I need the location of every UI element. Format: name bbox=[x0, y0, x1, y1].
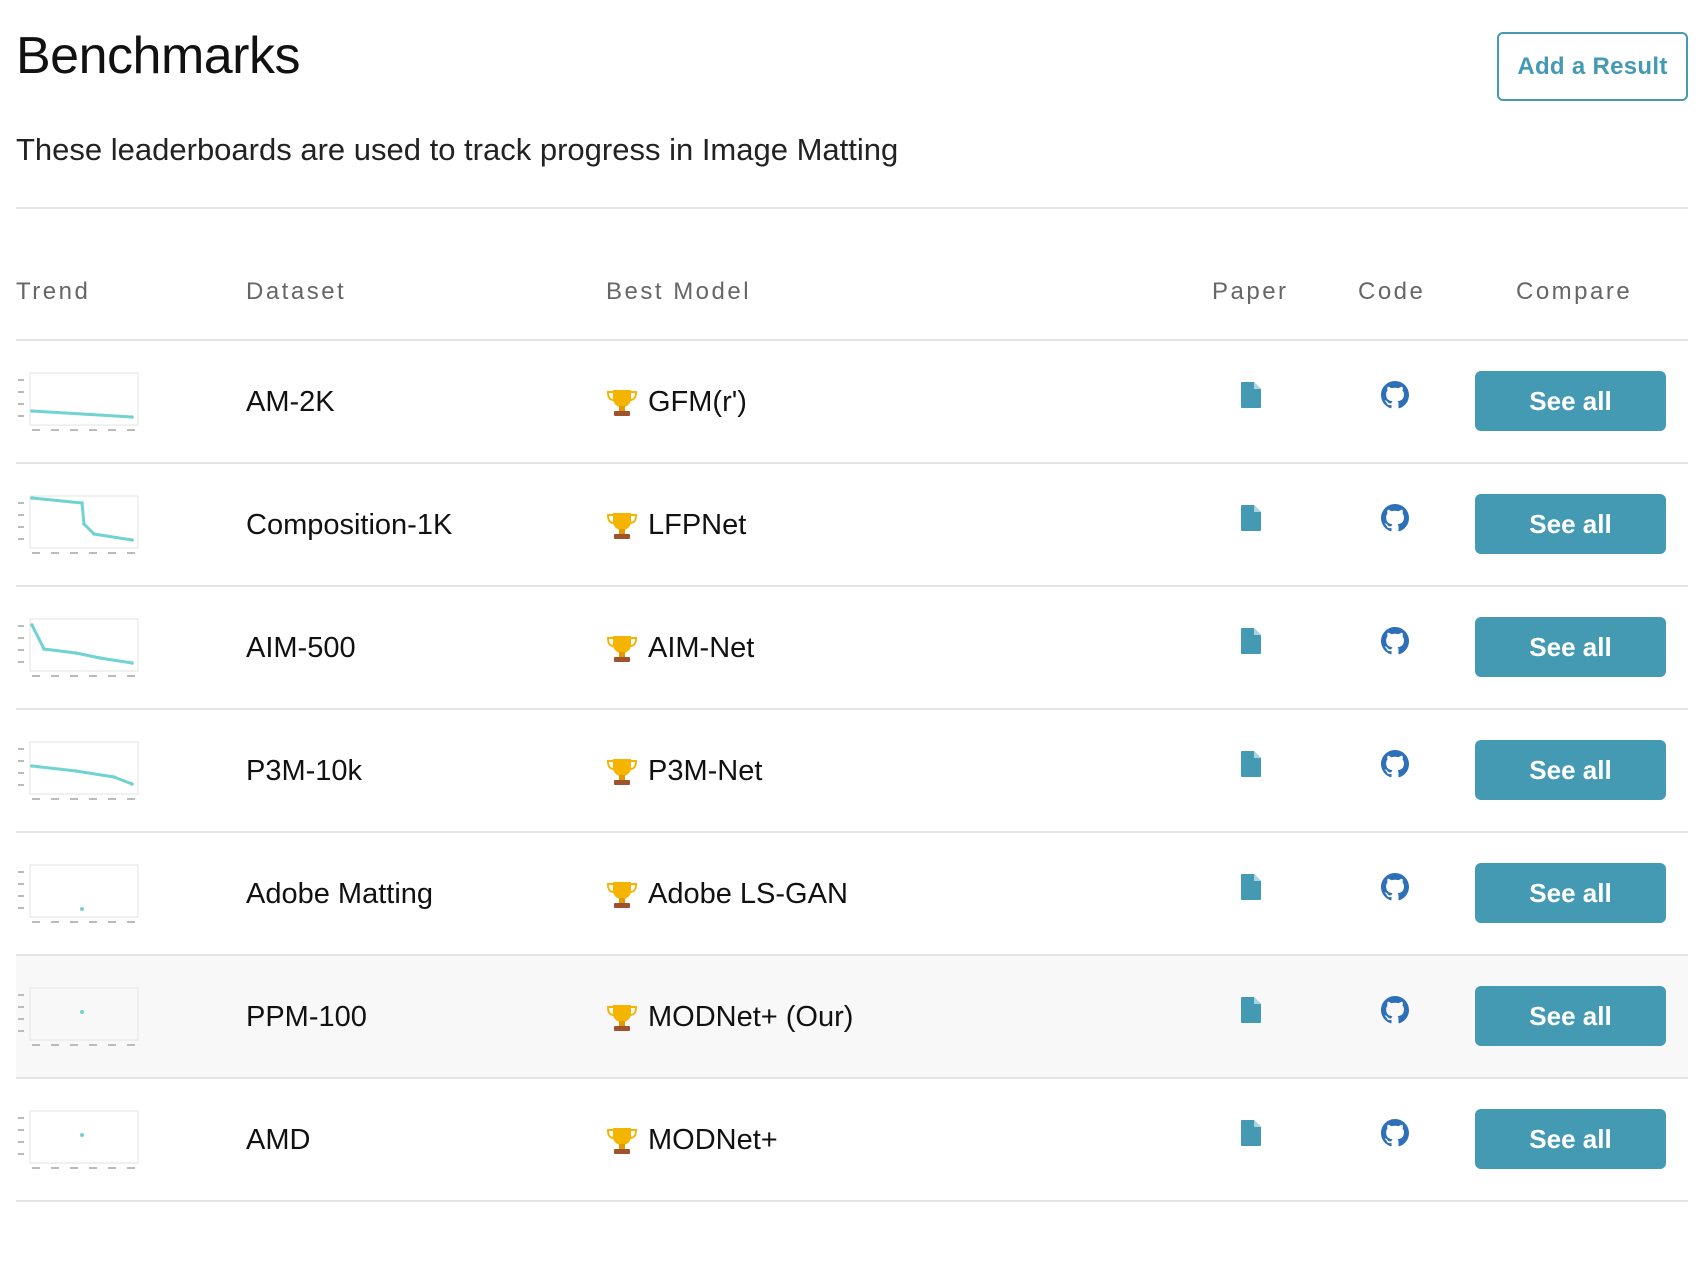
best-model-link[interactable]: GFM(r') bbox=[648, 383, 747, 421]
best-model-link[interactable]: Adobe LS-GAN bbox=[648, 875, 848, 913]
paper-icon[interactable] bbox=[1240, 1119, 1262, 1147]
trophy-icon bbox=[606, 510, 638, 540]
paper-icon[interactable] bbox=[1240, 627, 1262, 655]
table-row: P3M-10k P3M-Net See all bbox=[16, 710, 1688, 833]
best-model-link[interactable]: P3M-Net bbox=[648, 752, 762, 790]
paper-icon[interactable] bbox=[1240, 873, 1262, 901]
trend-sparkline[interactable] bbox=[16, 617, 140, 681]
best-model-link[interactable]: LFPNet bbox=[648, 506, 746, 544]
add-result-button[interactable]: Add a Result bbox=[1497, 32, 1688, 101]
github-icon[interactable] bbox=[1381, 381, 1409, 409]
see-all-button[interactable]: See all bbox=[1475, 1109, 1666, 1169]
benchmarks-page: Benchmarks Add a Result These leaderboar… bbox=[0, 0, 1703, 1275]
dataset-link[interactable]: AIM-500 bbox=[246, 629, 356, 667]
github-icon[interactable] bbox=[1381, 873, 1409, 901]
table-row: AM-2K GFM(r') See all bbox=[16, 341, 1688, 464]
see-all-button[interactable]: See all bbox=[1475, 986, 1666, 1046]
table-row: PPM-100 MODNet+ (Our) See all bbox=[16, 956, 1688, 1079]
trophy-icon bbox=[606, 879, 638, 909]
benchmarks-table: Trend Dataset Best Model Paper Code Comp… bbox=[16, 250, 1688, 1202]
github-icon[interactable] bbox=[1381, 996, 1409, 1024]
dataset-link[interactable]: AM-2K bbox=[246, 383, 335, 421]
paper-icon[interactable] bbox=[1240, 504, 1262, 532]
trophy-icon bbox=[606, 633, 638, 663]
see-all-button[interactable]: See all bbox=[1475, 617, 1666, 677]
see-all-button[interactable]: See all bbox=[1475, 863, 1666, 923]
column-header-code: Code bbox=[1358, 278, 1426, 305]
table-row: AIM-500 AIM-Net See all bbox=[16, 587, 1688, 710]
trend-sparkline[interactable] bbox=[16, 740, 140, 804]
column-header-dataset: Dataset bbox=[246, 278, 347, 305]
column-header-paper: Paper bbox=[1212, 278, 1289, 305]
table-row: Adobe Matting Adobe LS-GAN See all bbox=[16, 833, 1688, 956]
paper-icon[interactable] bbox=[1240, 381, 1262, 409]
dataset-link[interactable]: Composition-1K bbox=[246, 506, 452, 544]
trophy-icon bbox=[606, 1002, 638, 1032]
page-title: Benchmarks bbox=[16, 27, 301, 85]
table-row: AMD MODNet+ See all bbox=[16, 1079, 1688, 1202]
table-row: Composition-1K LFPNet See all bbox=[16, 464, 1688, 587]
table-header: Trend Dataset Best Model Paper Code Comp… bbox=[16, 250, 1688, 341]
trophy-icon bbox=[606, 756, 638, 786]
trend-sparkline[interactable] bbox=[16, 863, 140, 927]
see-all-button[interactable]: See all bbox=[1475, 371, 1666, 431]
best-model-link[interactable]: AIM-Net bbox=[648, 629, 754, 667]
trophy-icon bbox=[606, 387, 638, 417]
best-model-link[interactable]: MODNet+ bbox=[648, 1121, 778, 1159]
divider bbox=[16, 207, 1688, 209]
best-model-link[interactable]: MODNet+ (Our) bbox=[648, 998, 853, 1036]
page-subtitle: These leaderboards are used to track pro… bbox=[16, 132, 899, 167]
dataset-link[interactable]: PPM-100 bbox=[246, 998, 367, 1036]
trend-sparkline[interactable] bbox=[16, 1109, 140, 1173]
dataset-link[interactable]: AMD bbox=[246, 1121, 310, 1159]
github-icon[interactable] bbox=[1381, 627, 1409, 655]
see-all-button[interactable]: See all bbox=[1475, 494, 1666, 554]
column-header-compare: Compare bbox=[1516, 278, 1633, 305]
trend-sparkline[interactable] bbox=[16, 986, 140, 1050]
dataset-link[interactable]: Adobe Matting bbox=[246, 875, 433, 913]
table-body: AM-2K GFM(r') See all Composition-1K LFPNet S… bbox=[16, 341, 1688, 1202]
trend-sparkline[interactable] bbox=[16, 494, 140, 558]
dataset-link[interactable]: P3M-10k bbox=[246, 752, 362, 790]
paper-icon[interactable] bbox=[1240, 996, 1262, 1024]
github-icon[interactable] bbox=[1381, 750, 1409, 778]
column-header-trend: Trend bbox=[16, 278, 91, 305]
column-header-best-model: Best Model bbox=[606, 278, 752, 305]
github-icon[interactable] bbox=[1381, 1119, 1409, 1147]
trophy-icon bbox=[606, 1125, 638, 1155]
trend-sparkline[interactable] bbox=[16, 371, 140, 435]
github-icon[interactable] bbox=[1381, 504, 1409, 532]
paper-icon[interactable] bbox=[1240, 750, 1262, 778]
see-all-button[interactable]: See all bbox=[1475, 740, 1666, 800]
